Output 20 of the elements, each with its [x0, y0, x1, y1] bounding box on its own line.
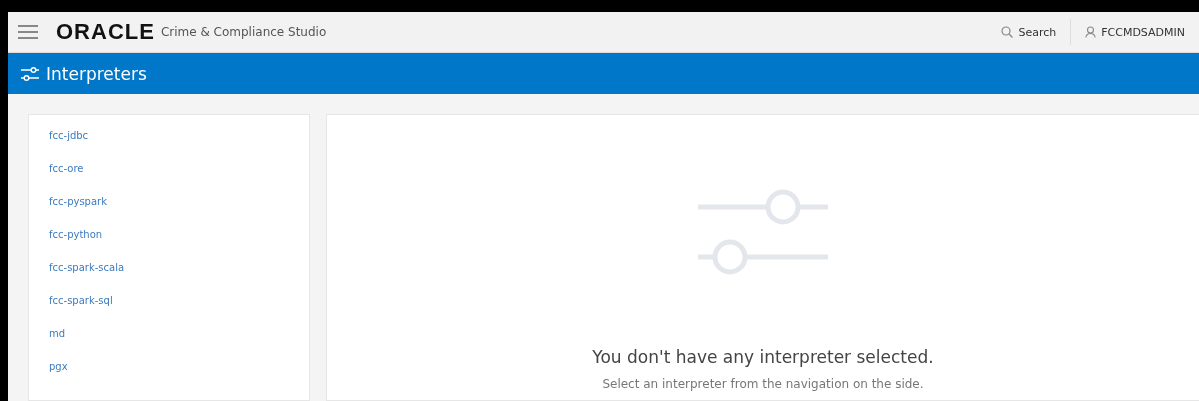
empty-heading: You don't have any interpreter selected.	[592, 347, 934, 367]
interpreter-link[interactable]: fcc-spark-sql	[49, 292, 113, 309]
interpreter-link[interactable]: fcc-spark-scala	[49, 259, 125, 276]
user-menu[interactable]: FCCMDSADMIN	[1071, 18, 1199, 46]
interpreter-link[interactable]: fcc-pyspark	[49, 193, 107, 210]
interpreter-link[interactable]: md	[49, 325, 66, 342]
interpreter-link[interactable]: fcc-ore	[49, 160, 84, 177]
empty-message: Select an interpreter from the navigation on the side.	[602, 377, 924, 391]
user-icon	[1085, 26, 1097, 38]
search-icon	[1001, 26, 1014, 38]
interpreter-link[interactable]: fcc-jdbc	[49, 127, 89, 144]
product-name: Crime & Compliance Studio	[160, 25, 327, 39]
menu-icon[interactable]	[18, 25, 38, 39]
page-title: Interpreters	[46, 63, 147, 84]
interpreter-link[interactable]: pgx	[49, 358, 68, 375]
logo: ORACLE	[56, 19, 155, 45]
interpreter-link[interactable]: fcc-python	[49, 226, 103, 243]
sliders-icon	[698, 187, 828, 277]
sliders-icon	[20, 65, 40, 82]
search-button[interactable]: Search	[987, 18, 1071, 46]
